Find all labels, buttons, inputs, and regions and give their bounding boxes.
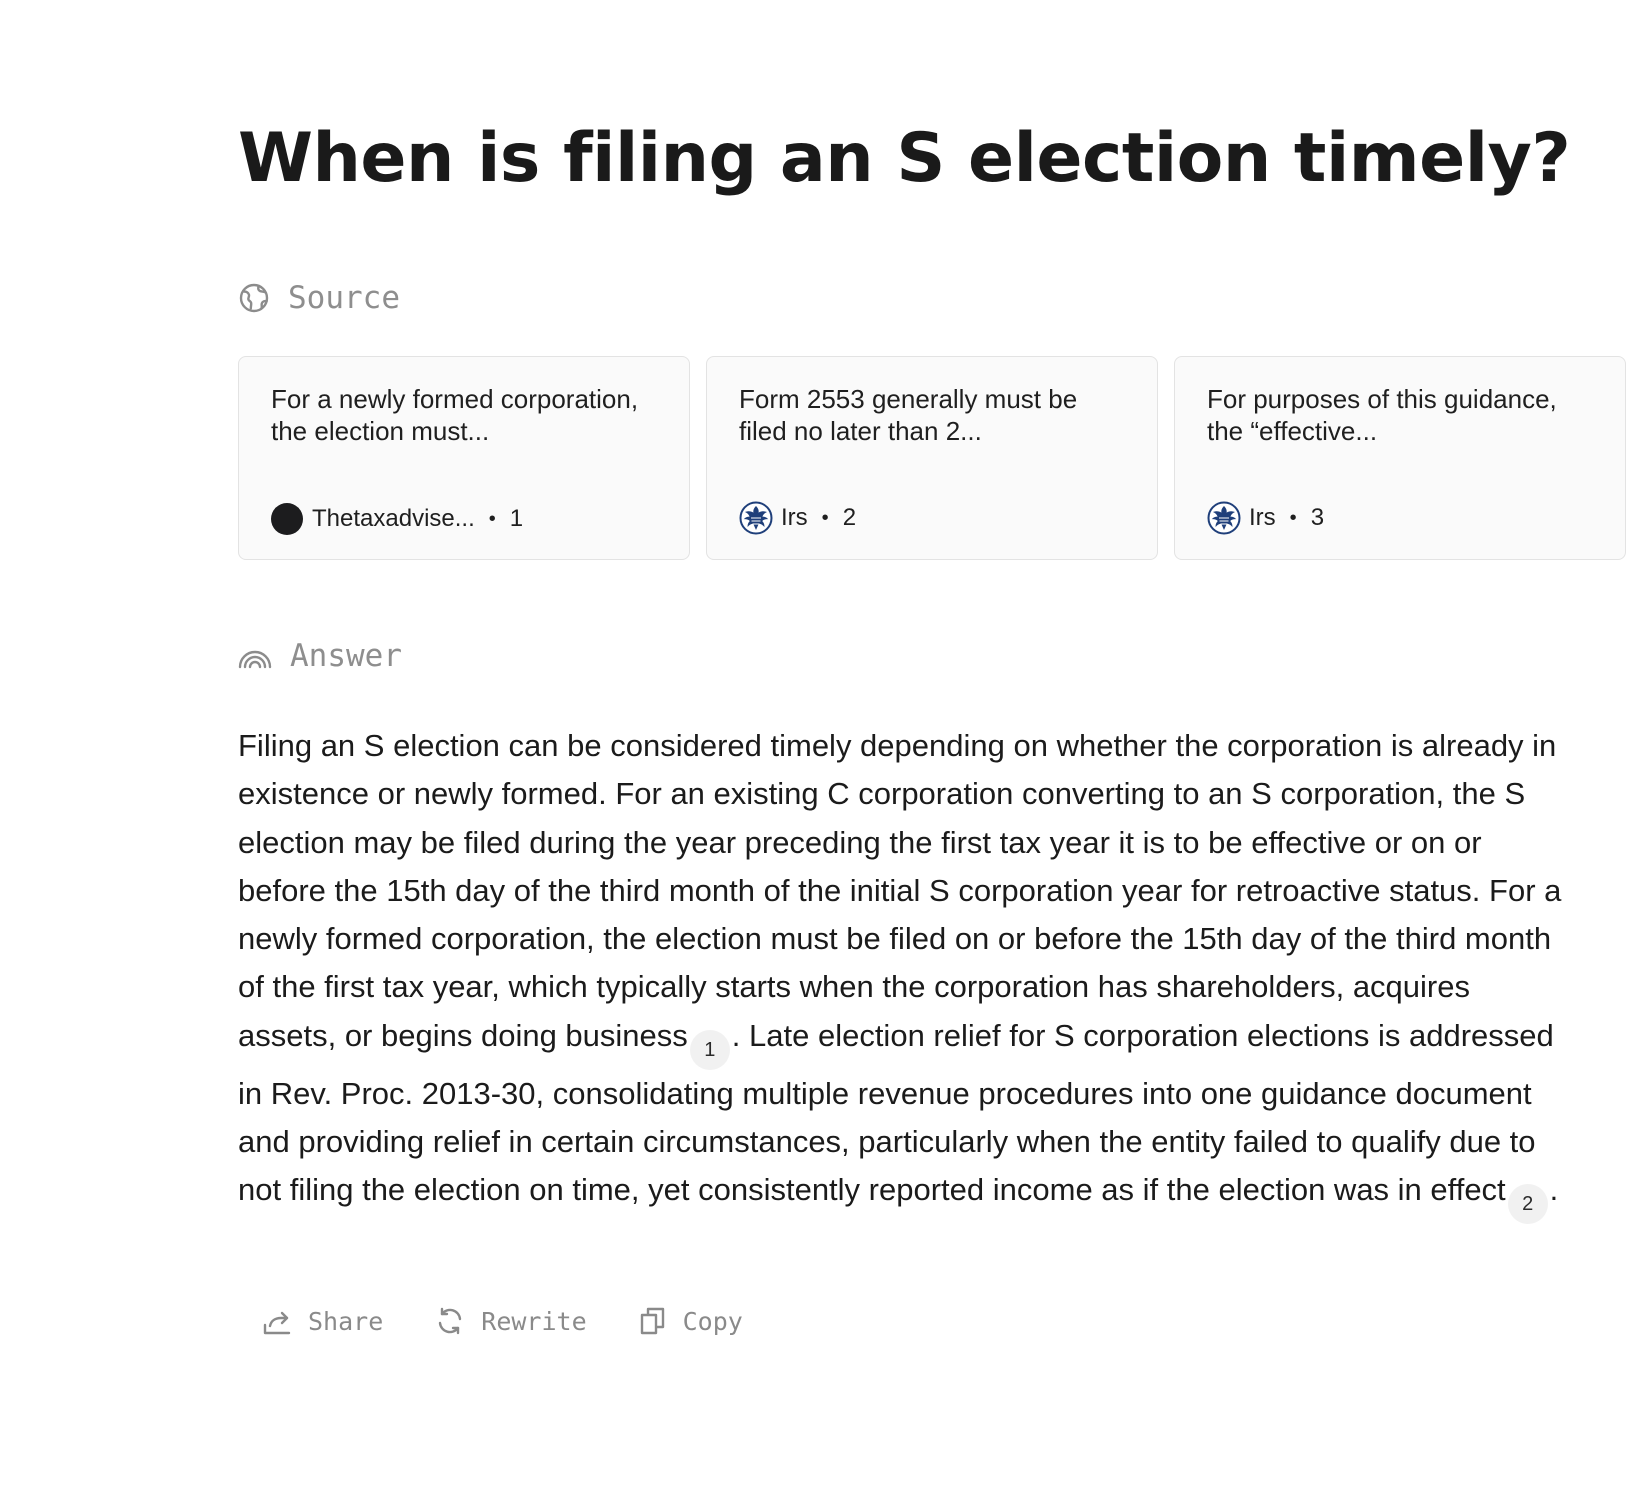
copy-label: Copy [682,1306,743,1336]
source-snippet: For purposes of this guidance, the “effe… [1207,384,1557,446]
globe-icon [239,283,269,313]
answer-actions: Share Rewrite Copy [262,1306,743,1336]
citation-badge[interactable]: 2 [1507,1184,1548,1225]
share-button[interactable]: Share [262,1306,383,1336]
source-index: 3 [1310,504,1325,531]
source-meta: Thetaxadvise... • 1 [271,503,523,535]
source-heading: Source [288,280,400,316]
share-label: Share [308,1306,384,1336]
share-icon [263,1311,291,1335]
refresh-icon [439,1307,462,1335]
answer-heading: Answer [290,638,402,674]
source-snippet: For a newly formed corporation, the elec… [271,384,639,446]
source-card[interactable]: For purposes of this guidance, the “effe… [1174,356,1626,560]
source-meta: Irs • 3 [1207,501,1324,535]
meta-separator: • [488,507,496,530]
question-title: When is filing an S election timely? [238,119,1571,198]
answer-text-part: Filing an S election can be considered t… [238,728,1562,1053]
dark-circle-icon [271,503,303,535]
source-site-name: Irs [1249,504,1276,531]
answer-section-header: Answer [238,638,402,674]
irs-eagle-icon [739,501,773,535]
source-card[interactable]: Form 2553 generally must be filed no lat… [706,356,1158,560]
rewrite-button[interactable]: Rewrite [435,1306,587,1336]
meta-separator: • [1289,506,1297,529]
source-meta: Irs • 2 [739,501,856,535]
source-site-name: Thetaxadvise... [312,505,475,532]
rewrite-label: Rewrite [481,1306,587,1336]
copy-button[interactable]: Copy [639,1306,743,1336]
rainbow-icon [238,650,272,669]
copy-icon [640,1307,664,1335]
source-section-header: Source [238,280,400,316]
citation-badge[interactable]: 1 [689,1029,730,1070]
source-cards: For a newly formed corporation, the elec… [238,356,1626,560]
answer-text: Filing an S election can be considered t… [238,722,1568,1225]
meta-separator: • [821,506,829,529]
source-card[interactable]: For a newly formed corporation, the elec… [238,356,690,560]
source-site-name: Irs [781,504,808,531]
source-index: 2 [842,504,857,531]
answer-text-part: . [1549,1172,1559,1208]
source-snippet: Form 2553 generally must be filed no lat… [739,384,1078,446]
irs-eagle-icon [1207,501,1241,535]
source-index: 1 [509,505,524,532]
